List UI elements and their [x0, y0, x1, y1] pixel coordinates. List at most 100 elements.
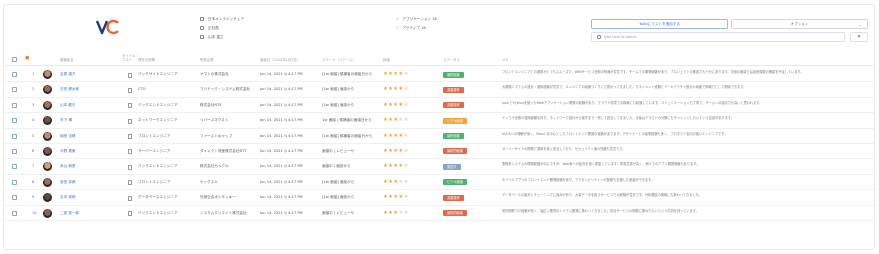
stage-text: [1st 面接] 候補者の面接日から [322, 72, 373, 76]
status-badge[interactable]: 書類選考 [443, 86, 464, 93]
document-icon[interactable] [128, 103, 132, 109]
table-row[interactable]: 5 岡田 法晴 フロントエンジニア ファーストキャップ Jun 14, 2021 ◷ 4… [4, 129, 874, 144]
status-badge[interactable]: 最終面接 [443, 71, 464, 78]
rating-stars[interactable]: ★★★★★ [383, 98, 409, 113]
avatar [43, 85, 52, 95]
memo-text: 受託開発での経験が長く、幅広い業界のシステム開発に携わってきました。自社サービス… [502, 208, 699, 213]
document-icon[interactable] [128, 72, 132, 78]
candidate-name-link[interactable]: 岡田 法晴 [60, 129, 76, 144]
interview-date: Jun 14, 2021 ◷ 4:17 PM [260, 118, 303, 123]
candidate-name-link[interactable]: 赤山 和男 [60, 159, 76, 174]
avatar [43, 131, 52, 141]
search-input[interactable]: Type here to search [591, 32, 845, 42]
row-checkbox[interactable] [12, 195, 17, 201]
column-role[interactable]: 現在の役職 [138, 58, 155, 62]
column-company[interactable]: 所属企業 [200, 58, 214, 62]
row-checkbox[interactable] [12, 210, 17, 216]
select-all-checkbox[interactable] [12, 57, 17, 62]
document-icon[interactable] [128, 87, 132, 93]
star-icon[interactable]: ★ [404, 179, 409, 185]
star-icon[interactable]: ★ [404, 102, 409, 108]
status-badge[interactable]: 最終的面接 [443, 148, 467, 155]
column-stage[interactable]: ステージ（ステージ） [322, 58, 356, 62]
row-checkbox[interactable] [12, 164, 17, 170]
rating-stars[interactable]: ★★★★★ [383, 206, 409, 221]
table-row[interactable]: 4 市下 潤 ネットワークエンジニア リバースネクスト Jun 14, 2021 ◷ 4… [4, 113, 874, 129]
column-memo[interactable]: メモ [502, 58, 509, 62]
row-checkbox[interactable] [12, 118, 17, 124]
table-row[interactable]: 1 吉原 達子 バックサイドエンジニア ヤマトの株式会社 Jun 14, 2021 ◷ … [4, 67, 874, 83]
document-icon[interactable] [128, 211, 132, 217]
row-checkbox[interactable] [12, 179, 17, 185]
option-dropdown[interactable]: オプション ⌄ [731, 19, 868, 29]
candidate-name-link[interactable]: 石田 健太郎 [60, 82, 79, 97]
star-icon[interactable]: ★ [404, 117, 409, 123]
row-number: 4 [32, 118, 35, 123]
rating-stars[interactable]: ★★★★★ [383, 113, 409, 128]
status-badge[interactable]: 書類選考 [443, 102, 464, 109]
row-checkbox[interactable] [12, 72, 17, 77]
status-badge[interactable]: 最終的面接 [443, 210, 467, 217]
rating-stars[interactable]: ★★★★★ [383, 129, 409, 144]
rating-stars[interactable]: ★★★★★ [383, 82, 409, 97]
stage-text: [1st 面接] 面談から [322, 179, 355, 184]
rating-stars[interactable]: ★★★★★ [383, 175, 409, 190]
table-row[interactable]: 2 石田 健太郎 CTO フジテック・システム株式会社 Jun 14, 2021 ◷ 4… [4, 82, 874, 98]
table-row[interactable]: 8 宮田 奈美 フロントエンジニア ケックス人 Jun 14, 2021 ◷ 4:17 … [4, 175, 874, 191]
table-row[interactable]: 3 山本 龍平 バックエンドエンジニア 株式会社NTS Jun 14, 2021 ◷ 4… [4, 98, 874, 114]
star-icon[interactable]: ★ [404, 194, 409, 200]
table-row[interactable]: 10 二宮 秀一郎 バックエンドエンジニア システムクリエイト株式会社 Jun 14, … [4, 206, 874, 221]
star-icon[interactable]: ★ [404, 163, 409, 169]
row-number: 5 [32, 133, 35, 138]
status-badge[interactable]: 最終面接 [443, 133, 464, 140]
status-badge[interactable]: 見送り [443, 163, 461, 170]
document-icon[interactable] [128, 149, 132, 155]
row-checkbox[interactable] [12, 133, 17, 139]
column-rating[interactable]: 評価 [383, 58, 390, 62]
document-icon[interactable] [128, 134, 132, 140]
row-number: 6 [32, 148, 35, 153]
status-badge[interactable]: ビデオ面接 [443, 117, 467, 124]
star-icon[interactable]: ★ [404, 148, 409, 154]
candidate-name-link[interactable]: 今野 恵美 [60, 144, 76, 159]
candidate-name-link[interactable]: 吉原 達子 [60, 67, 76, 82]
briefcase-icon [200, 26, 204, 30]
rating-stars[interactable]: ★★★★★ [383, 159, 409, 174]
row-checkbox[interactable] [12, 102, 17, 108]
document-icon[interactable] [128, 195, 132, 201]
candidate-name-link[interactable]: 吉本 秀明 [60, 190, 76, 205]
row-checkbox[interactable] [12, 148, 17, 154]
star-icon[interactable]: ★ [404, 133, 409, 139]
document-icon[interactable] [128, 118, 132, 124]
candidate-name-link[interactable]: 市下 潤 [60, 113, 72, 128]
status-badge[interactable]: ビデオ面接 [443, 179, 467, 186]
candidate-name-link[interactable]: 二宮 秀一郎 [60, 206, 79, 221]
candidate-name-link[interactable]: 山本 龍平 [60, 98, 76, 113]
table-row[interactable]: 6 今野 恵美 サーバーエンジニア ダイレクト資産株式会社NTT Jun 14, 202… [4, 144, 874, 160]
status-badge[interactable]: 書類選考 [443, 194, 464, 201]
table-row[interactable]: 7 赤山 和男 バックエンドエンジニア 株式会社カルクル Jun 14, 2021 ◷ … [4, 159, 874, 175]
stage-text: 面接中 | レビューサ [322, 148, 355, 153]
memo-text: フロントエンジニアとの連携がとてもスムーズで、Webサービス全般の知識が豊富です… [502, 70, 804, 74]
document-icon[interactable] [128, 180, 132, 186]
rating-stars[interactable]: ★★★★★ [383, 144, 409, 159]
rating-stars[interactable]: ★★★★★ [383, 190, 409, 205]
avatar [43, 193, 52, 203]
row-number: 10 [32, 210, 37, 215]
add-todo-button[interactable]: ToDoにリストを追加する [591, 19, 728, 29]
row-checkbox[interactable] [12, 87, 17, 93]
table-header: ● 候補者名 タイトル・マスト 現在の役職 所属企業 面接日（2020年1月2日… [4, 53, 874, 66]
column-name[interactable]: 候補者名 [60, 58, 74, 62]
candidate-company: 外部空合ポンサンキー [200, 195, 236, 200]
star-icon[interactable]: ★ [404, 71, 409, 77]
interview-date: Jun 14, 2021 ◷ 4:17 PM [260, 72, 303, 76]
rating-stars[interactable]: ★★★★★ [383, 67, 409, 82]
column-date[interactable]: 面接日（2020年1月2日） [260, 58, 300, 62]
document-icon[interactable] [128, 164, 132, 170]
filter-button[interactable]: ⏷ [850, 32, 868, 42]
candidate-name-link[interactable]: 宮田 奈美 [60, 175, 76, 190]
table-row[interactable]: 9 吉本 秀明 データベースエンジニア 外部空合ポンサンキー Jun 14, 2021 … [4, 190, 874, 206]
star-icon[interactable]: ★ [404, 86, 409, 92]
column-status[interactable]: ステータス [443, 58, 460, 62]
star-icon[interactable]: ★ [404, 210, 409, 216]
